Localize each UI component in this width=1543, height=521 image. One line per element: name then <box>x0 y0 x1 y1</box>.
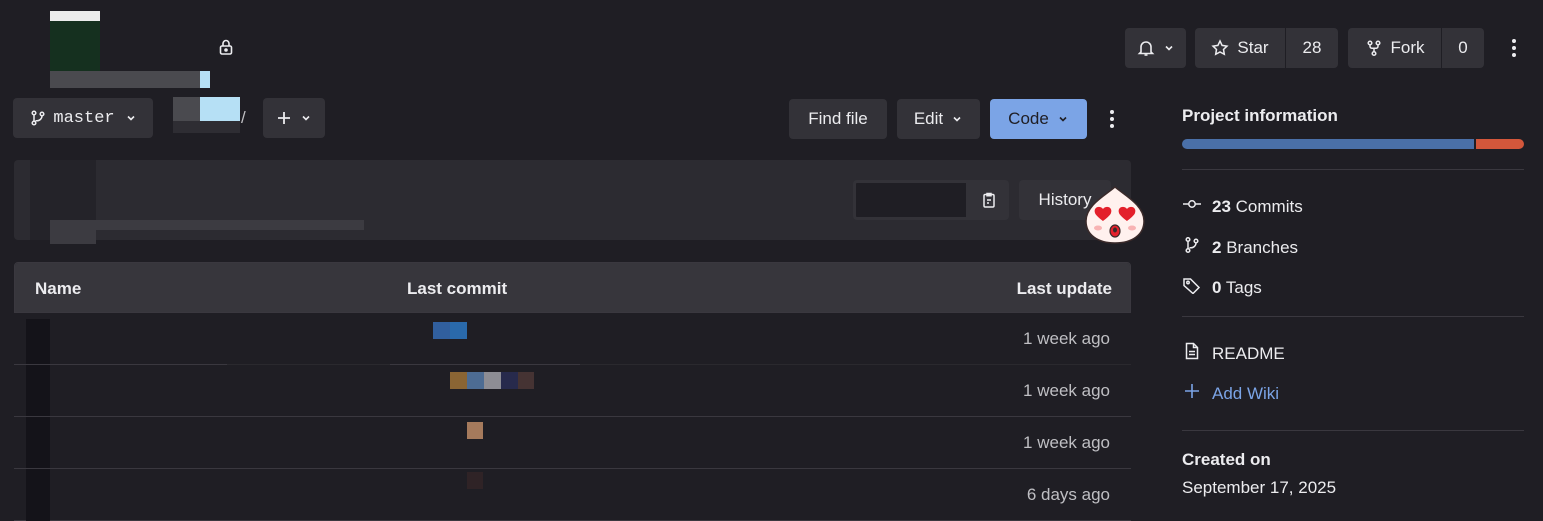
branch-selector[interactable]: master <box>13 98 153 138</box>
bell-icon <box>1137 39 1155 57</box>
last-update: 6 days ago <box>1026 485 1110 504</box>
divider <box>1182 169 1524 170</box>
breadcrumb-project[interactable] <box>173 97 200 121</box>
star-label: Star <box>1237 38 1269 57</box>
table-row[interactable]: 1 week ago <box>14 364 1131 417</box>
language-segment <box>1476 139 1524 149</box>
chevron-down-icon <box>125 112 137 124</box>
star-button[interactable]: Star <box>1195 28 1285 68</box>
commit-author[interactable] <box>50 230 96 244</box>
commit-avatar <box>450 372 467 389</box>
project-title[interactable] <box>50 71 200 88</box>
copy-sha-button[interactable] <box>969 180 1009 220</box>
edit-label: Edit <box>913 109 944 128</box>
commit-message[interactable] <box>50 220 364 230</box>
last-update: 1 week ago <box>1023 381 1110 400</box>
more-options-icon[interactable] <box>1104 109 1120 134</box>
commit-avatar <box>467 472 483 489</box>
row-divider <box>227 364 390 365</box>
created-on-date: September 17, 2025 <box>1182 478 1337 497</box>
star-count-value: 28 <box>1302 38 1322 57</box>
code-dropdown[interactable]: Code <box>990 99 1087 139</box>
fork-button[interactable]: Fork <box>1348 28 1441 68</box>
add-wiki-link[interactable]: Add Wiki <box>1182 382 1279 405</box>
chevron-down-icon <box>300 112 312 124</box>
branch-icon <box>29 109 47 127</box>
last-commit-panel: History <box>14 160 1131 244</box>
divider <box>1182 430 1524 431</box>
fork-count[interactable]: 0 <box>1442 28 1484 68</box>
created-on-label: Created on <box>1182 450 1271 469</box>
commit-avatar <box>467 372 484 389</box>
commits-link[interactable]: 23 Commits <box>1182 195 1303 218</box>
branches-count: 2 <box>1212 237 1222 257</box>
chevron-down-icon <box>1163 42 1175 54</box>
notifications-button[interactable] <box>1125 28 1186 68</box>
file-icon <box>26 469 50 521</box>
breadcrumb-project-underline <box>173 121 240 133</box>
table-row[interactable]: 1 week ago <box>14 312 1131 371</box>
star-icon <box>1211 39 1230 57</box>
edit-dropdown[interactable]: Edit <box>897 99 980 139</box>
branch-name: master <box>53 108 115 128</box>
table-header: Name Last commit Last update <box>15 263 1130 313</box>
plus-icon <box>276 110 292 126</box>
project-avatar-image <box>50 21 100 71</box>
clipboard-icon <box>980 191 998 209</box>
star-count[interactable]: 28 <box>1286 28 1338 68</box>
last-update: 1 week ago <box>1023 329 1110 348</box>
commit-avatar <box>450 322 467 339</box>
readme-link[interactable]: README <box>1182 342 1285 365</box>
find-file-button[interactable]: Find file <box>789 99 887 139</box>
tag-icon <box>1182 276 1202 299</box>
more-actions-icon[interactable] <box>1506 38 1522 63</box>
column-header-last-update: Last update <box>1016 279 1112 298</box>
commit-avatar <box>433 322 450 339</box>
language-bar <box>1182 139 1524 149</box>
branches-label: Branches <box>1226 237 1299 257</box>
commit-sha-box[interactable] <box>853 180 969 220</box>
fork-icon <box>1365 39 1383 57</box>
add-file-dropdown[interactable] <box>263 98 325 138</box>
fork-count-value: 0 <box>1458 38 1468 57</box>
tags-link[interactable]: 0 Tags <box>1182 276 1262 299</box>
language-segment <box>1182 139 1475 149</box>
mascot-sticker <box>1084 183 1146 245</box>
row-divider <box>580 364 1131 365</box>
table-row[interactable]: 1 week ago <box>14 416 1131 469</box>
add-wiki-label: Add Wiki <box>1212 383 1280 403</box>
chevron-down-icon <box>951 113 963 125</box>
commit-avatar <box>467 422 483 439</box>
tags-count: 0 <box>1212 277 1222 297</box>
file-icon <box>26 365 50 417</box>
plus-icon <box>1182 382 1202 405</box>
fork-label: Fork <box>1390 38 1425 57</box>
last-update: 1 week ago <box>1023 433 1110 452</box>
branch-icon <box>1182 236 1202 259</box>
commit-icon <box>1182 195 1202 218</box>
breadcrumb-project-highlight <box>200 97 240 121</box>
branches-link[interactable]: 2 Branches <box>1182 236 1298 259</box>
table-row[interactable]: 6 days ago <box>14 468 1131 521</box>
code-label: Code <box>1008 109 1049 128</box>
project-avatar <box>50 11 100 21</box>
project-title-highlight <box>200 71 210 88</box>
commits-label: Commits <box>1235 196 1303 216</box>
file-icon <box>26 417 50 469</box>
divider <box>1182 316 1524 317</box>
chevron-down-icon <box>1057 113 1069 125</box>
find-file-label: Find file <box>808 109 868 128</box>
commit-avatar <box>501 372 518 389</box>
readme-label: README <box>1212 343 1285 363</box>
breadcrumb-separator: / <box>241 108 246 127</box>
tags-label: Tags <box>1225 277 1262 297</box>
column-header-last-commit: Last commit <box>407 279 508 298</box>
document-icon <box>1182 342 1202 365</box>
commit-avatar <box>484 372 501 389</box>
sidebar-title: Project information <box>1182 106 1338 125</box>
commit-avatar <box>518 372 534 389</box>
commits-count: 23 <box>1212 196 1231 216</box>
lock-icon <box>217 38 235 61</box>
column-header-name: Name <box>35 279 82 298</box>
